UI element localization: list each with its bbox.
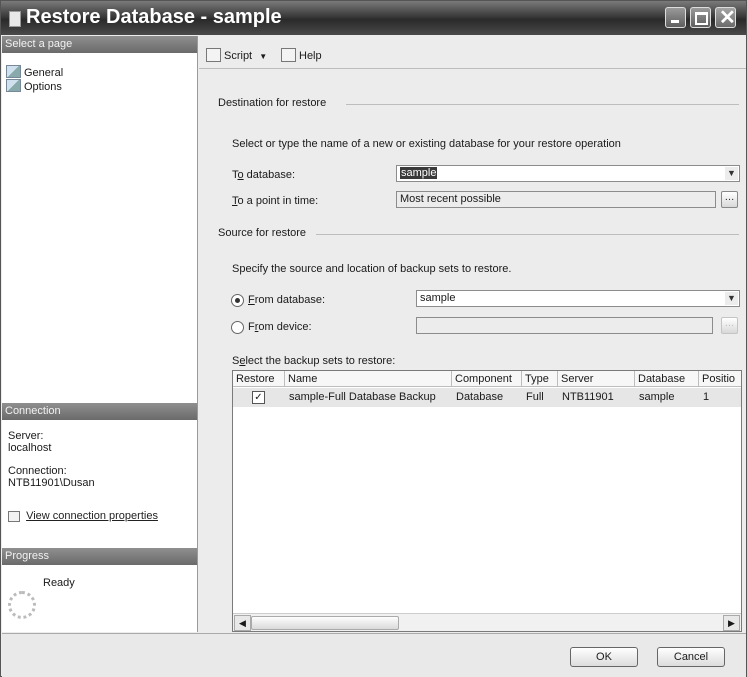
restore-cell: ✓: [233, 388, 285, 407]
from-device-radio[interactable]: [231, 321, 244, 334]
window-icon: [9, 11, 21, 27]
chevron-down-icon: ▼: [259, 52, 268, 61]
component-cell: Database: [456, 391, 504, 403]
dialog-footer: OK Cancel: [2, 633, 746, 677]
server-cell: NTB11901: [562, 391, 614, 403]
page-item-general[interactable]: General: [6, 65, 64, 79]
cancel-button[interactable]: Cancel: [657, 647, 725, 667]
column-header-component[interactable]: Component: [452, 371, 522, 387]
script-icon: [206, 48, 221, 62]
close-button[interactable]: ✕: [715, 7, 736, 29]
from-database-radio[interactable]: [231, 294, 244, 307]
from-database-value: sample: [420, 292, 456, 304]
minimize-button[interactable]: [665, 7, 686, 28]
from-database-combobox[interactable]: sample ▼: [416, 290, 740, 307]
backup-sets-grid[interactable]: Restore Name Component Type Server Datab…: [232, 370, 742, 632]
database-cell: sample: [639, 391, 675, 403]
name-cell: sample-Full Database Backup: [289, 391, 436, 403]
select-page-header: Select a page: [2, 36, 197, 53]
divider: [346, 104, 739, 105]
connection-value: NTB11901\Dusan: [8, 477, 95, 489]
connection-header: Connection: [2, 403, 197, 420]
backup-sets-label: Select the backup sets to restore:: [232, 355, 395, 367]
position-cell: 1: [703, 391, 710, 403]
page-item-options[interactable]: Options: [6, 79, 62, 93]
left-pane: Select a page General Options Connection…: [2, 36, 198, 632]
chevron-down-icon[interactable]: ▼: [725, 167, 738, 180]
column-header-server[interactable]: Server: [558, 371, 635, 387]
connection-label: Connection:: [8, 465, 67, 477]
page-icon: [6, 65, 21, 78]
to-database-combobox[interactable]: sample ▼: [396, 165, 740, 182]
from-database-label: From database:: [248, 294, 325, 306]
progress-spinner-icon: [8, 591, 36, 619]
page-label: General: [24, 67, 64, 79]
page-icon: [6, 79, 21, 92]
properties-icon: [8, 511, 20, 522]
column-header-restore[interactable]: Restore: [233, 371, 285, 387]
ok-button[interactable]: OK: [570, 647, 638, 667]
scroll-left-icon[interactable]: ◀: [234, 615, 251, 631]
script-label: Script: [224, 50, 253, 62]
help-label: Help: [299, 50, 322, 62]
source-legend: Source for restore: [218, 227, 307, 239]
window-title: Restore Database - sample: [26, 6, 282, 28]
view-connection-properties-label: View connection properties: [26, 510, 158, 522]
restore-checkbox[interactable]: ✓: [252, 391, 265, 404]
from-database-access-key: F: [248, 294, 255, 306]
from-device-label-pre: F: [248, 321, 255, 333]
title-bar[interactable]: Restore Database - sample ✕: [1, 1, 746, 35]
to-database-label-post: database:: [243, 169, 295, 181]
source-instruction: Specify the source and location of backu…: [232, 263, 512, 275]
from-device-field: [416, 317, 713, 334]
table-row[interactable]: ✓ sample-Full Database Backup Database F…: [233, 388, 741, 407]
progress-status: Ready: [43, 577, 75, 589]
maximize-button[interactable]: [690, 7, 711, 28]
divider: [316, 234, 739, 235]
progress-header: Progress: [2, 548, 197, 565]
toolbar: Script ▼ Help: [199, 36, 746, 69]
point-in-time-label-post: o a point in time:: [237, 195, 319, 207]
view-connection-properties-link[interactable]: View connection properties: [8, 510, 158, 522]
scrollbar-thumb[interactable]: [251, 616, 399, 630]
column-header-name[interactable]: Name: [285, 371, 452, 387]
from-device-label: From device:: [248, 321, 312, 333]
horizontal-scrollbar[interactable]: ◀ ▶: [233, 613, 741, 631]
close-icon: ✕: [719, 7, 736, 29]
column-header-database[interactable]: Database: [635, 371, 699, 387]
restore-database-dialog: Restore Database - sample ✕ Select a pag…: [0, 0, 747, 677]
server-value: localhost: [8, 442, 52, 454]
server-label: Server:: [8, 430, 44, 442]
column-header-position[interactable]: Positio: [699, 371, 741, 387]
from-device-browse-button: …: [721, 317, 738, 334]
point-in-time-label: To a point in time:: [232, 195, 318, 207]
column-header-type[interactable]: Type: [522, 371, 558, 387]
page-label: Options: [24, 81, 62, 93]
destination-legend: Destination for restore: [218, 97, 327, 109]
help-icon: [281, 48, 296, 62]
point-in-time-field: Most recent possible: [396, 191, 716, 208]
from-database-label-post: rom database:: [254, 294, 326, 306]
point-in-time-browse-button[interactable]: …: [721, 191, 738, 208]
chevron-down-icon[interactable]: ▼: [725, 292, 738, 305]
to-database-label: To database:: [232, 169, 295, 181]
to-database-value: sample: [400, 167, 438, 179]
destination-instruction: Select or type the name of a new or exis…: [232, 138, 621, 150]
from-device-label-post: om device:: [258, 321, 312, 333]
backup-sets-label-post: lect the backup sets to restore:: [245, 355, 396, 367]
script-button[interactable]: Script ▼: [206, 48, 267, 62]
help-button[interactable]: Help: [281, 48, 322, 62]
type-cell: Full: [526, 391, 544, 403]
scroll-right-icon[interactable]: ▶: [723, 615, 740, 631]
